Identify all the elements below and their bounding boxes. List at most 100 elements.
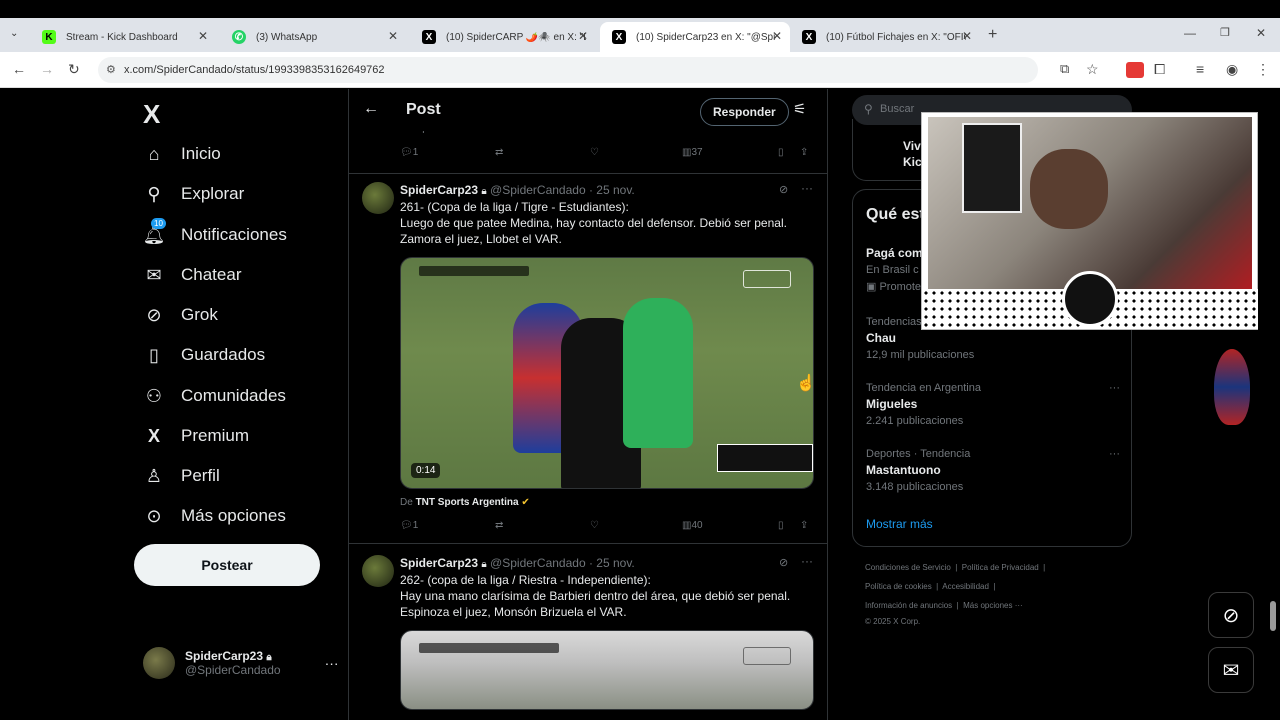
settings-sliders-icon[interactable]: ⚟ [793, 100, 806, 118]
nav-chat[interactable]: ✉ Chatear [143, 264, 241, 286]
avatar [143, 647, 175, 679]
bookmark-star-icon[interactable]: ☆ [1086, 61, 1099, 78]
back-arrow-icon[interactable]: ← [363, 100, 379, 118]
close-icon[interactable]: ✕ [772, 29, 782, 43]
share-icon[interactable]: ⇪ [800, 147, 808, 158]
account-switcher[interactable]: SpiderCarp23 🔒︎ @SpiderCandado ··· [143, 647, 339, 679]
retweet-icon[interactable]: ⇄ [495, 147, 503, 158]
close-icon[interactable]: ✕ [388, 29, 398, 43]
footer-row: Política de cookies | Accesibilidad | [865, 582, 996, 591]
more-dots-icon[interactable]: ··· [1109, 382, 1120, 394]
tab-spidercarp[interactable]: X (10) SpiderCARP 🌶️🕷️ en X: "L ✕ [410, 22, 596, 52]
back-icon[interactable]: ← [12, 61, 26, 77]
nav-explore[interactable]: ⚲ Explorar [143, 183, 244, 205]
nav-profile[interactable]: ♙ Perfil [143, 465, 220, 487]
nav-label: Inicio [181, 144, 221, 163]
more-dots-icon[interactable]: ··· [1109, 448, 1120, 460]
extensions-puzzle-icon[interactable]: ⧠ [1154, 61, 1165, 78]
reply-icon[interactable]: 💬︎ 1 [400, 147, 418, 158]
nav-label: Notificaciones [181, 225, 287, 244]
tweet-video[interactable]: 0:14 [400, 257, 814, 489]
tweet-author[interactable]: SpiderCarp23 🔒︎ @SpiderCandado · 25 nov. [400, 183, 635, 197]
share-icon[interactable]: ⇪ [800, 520, 808, 531]
nav-label: Explorar [181, 184, 245, 203]
nav-more[interactable]: ⊙ Más opciones [143, 505, 285, 527]
footer-link[interactable]: Condiciones de Servicio [865, 563, 951, 572]
like-icon[interactable]: ♡ [590, 147, 599, 158]
window-close-icon[interactable]: ✕ [1256, 26, 1266, 40]
profile-icon[interactable]: ◉ [1226, 61, 1238, 78]
tab-kick[interactable]: K Stream - Kick Dashboard ✕ [30, 22, 216, 52]
nav-home[interactable]: ⌂ Inicio [143, 143, 221, 165]
close-icon[interactable]: ✕ [962, 29, 972, 43]
grok-icon[interactable]: ⊘ [779, 183, 788, 196]
communities-icon: ⚇ [145, 385, 163, 406]
nav-label: Grok [181, 305, 218, 324]
tweet-author[interactable]: SpiderCarp23 🔒︎ @SpiderCandado · 25 nov. [400, 556, 635, 570]
tab-futbol-fichajes[interactable]: X (10) Fútbol Fichajes en X: "OFIC ✕ [790, 22, 980, 52]
tab-title: (10) SpiderCARP 🌶️🕷️ en X: "L [446, 31, 586, 43]
lock-icon: 🔒︎ [266, 652, 272, 663]
messages-fab[interactable]: ✉ [1208, 647, 1254, 693]
show-more-link[interactable]: Mostrar más [866, 517, 933, 531]
nav-grok[interactable]: ⊘ Grok [143, 304, 218, 326]
more-dots-icon[interactable]: ··· [801, 181, 813, 195]
promoted-trend[interactable]: Pagá com En Brasil c ▣ Promote [866, 246, 923, 293]
close-icon[interactable]: ✕ [198, 29, 208, 43]
more-dots-icon[interactable]: ··· [801, 554, 813, 568]
footer-link[interactable]: Política de Privacidad [962, 563, 1039, 572]
tweet[interactable]: SpiderCarp23 🔒︎ @SpiderCandado · 25 nov.… [349, 178, 827, 544]
x-icon: X [612, 30, 626, 44]
copyright: © 2025 X Corp. [865, 617, 921, 626]
retweet-icon[interactable]: ⇄ [495, 520, 503, 531]
forward-icon[interactable]: → [40, 61, 54, 77]
footer-link[interactable]: Información de anuncios [865, 601, 952, 610]
bookmark-icon[interactable]: ▯ [778, 147, 784, 158]
menu-icon[interactable]: ⋮ [1256, 61, 1270, 78]
scrollbar-thumb[interactable] [1270, 601, 1276, 631]
reload-icon[interactable]: ↻ [68, 61, 80, 78]
media-icon[interactable]: ≡ [1196, 61, 1204, 77]
tab-spidercarp23-active[interactable]: X (10) SpiderCarp23 en X: "@Spid ✕ [600, 22, 790, 52]
url-field[interactable]: ⚙ x.com/SpiderCandado/status/19933983531… [98, 57, 1038, 83]
trend-item[interactable]: Deportes · Tendencia Mastantuono 3.148 p… [866, 448, 1120, 493]
new-tab-icon[interactable]: + [988, 26, 997, 44]
nav-bookmarks[interactable]: ▯ Guardados [143, 344, 265, 366]
like-icon[interactable]: ♡ [590, 520, 599, 531]
nav-notifications[interactable]: 🔔︎ 10 Notificaciones [142, 218, 287, 246]
close-icon[interactable]: ✕ [578, 29, 588, 43]
post-button[interactable]: Postear [134, 544, 320, 586]
video-source[interactable]: De TNT Sports Argentina ✔ [400, 497, 530, 508]
views-icon[interactable]: ▥ 40 [682, 520, 703, 531]
x-logo[interactable]: X [143, 99, 160, 130]
avatar[interactable] [362, 182, 394, 214]
bell-icon: 🔔︎ 10 [142, 218, 166, 245]
avatar[interactable] [362, 555, 394, 587]
tab-whatsapp[interactable]: ✆ (3) WhatsApp ✕ [220, 22, 406, 52]
tweet[interactable]: SpiderCarp23 🔒︎ @SpiderCandado · 25 nov.… [349, 551, 827, 720]
site-info-icon[interactable]: ⚙ [106, 63, 116, 76]
tweet-text: 262- (copa de la liga / Riestra - Indepe… [400, 573, 791, 619]
grok-fab[interactable]: ⊘ [1208, 592, 1254, 638]
nav-premium[interactable]: X Premium [143, 425, 249, 447]
footer-link[interactable]: Política de cookies [865, 582, 932, 591]
extension-icon[interactable] [1126, 62, 1144, 78]
tweet-video[interactable] [400, 630, 814, 710]
minimize-icon[interactable]: — [1184, 26, 1196, 40]
reply-icon[interactable]: 💬︎ 1 [400, 520, 418, 531]
tab-search-icon[interactable]: ⌄ [10, 28, 18, 39]
nav-communities[interactable]: ⚇ Comunidades [143, 385, 286, 407]
bookmark-icon[interactable]: ▯ [778, 520, 784, 531]
views-icon[interactable]: ▥ 37 [682, 147, 703, 158]
search-icon: ⚲ [147, 183, 161, 204]
more-dots-icon[interactable]: ··· [325, 655, 339, 671]
respond-button[interactable]: Responder [700, 98, 789, 126]
install-icon[interactable]: ⧉ [1060, 61, 1069, 77]
tab-title: Stream - Kick Dashboard [66, 31, 178, 43]
footer-link[interactable]: Más opciones ··· [963, 601, 1023, 610]
x-icon: X [422, 30, 436, 44]
footer-link[interactable]: Accesibilidad [942, 582, 989, 591]
grok-icon[interactable]: ⊘ [779, 556, 788, 569]
restore-icon[interactable]: ❐ [1220, 26, 1230, 39]
trend-item[interactable]: Tendencia en Argentina Migueles 2.241 pu… [866, 382, 1120, 427]
